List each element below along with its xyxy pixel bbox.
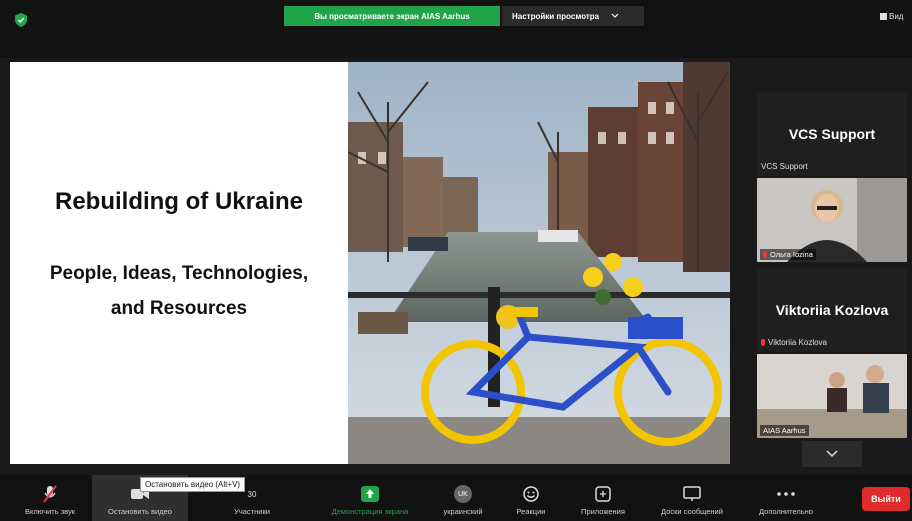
video-name-label: Ольга Iozina xyxy=(760,249,816,260)
video-name-text: AIAS Aarhus xyxy=(763,426,806,435)
chevron-down-icon xyxy=(826,450,838,458)
share-screen-icon xyxy=(361,485,379,503)
globe-icon: UK xyxy=(454,485,472,503)
view-options-label: Настройки просмотра xyxy=(512,11,600,21)
chevron-down-icon xyxy=(611,13,619,18)
leave-meeting-button[interactable]: Выйти xyxy=(862,487,910,511)
view-label: Вид xyxy=(889,12,904,21)
grid-icon xyxy=(880,13,887,20)
slide-title: Rebuilding of Ukraine xyxy=(54,188,303,215)
participants-label: Участники xyxy=(234,507,270,516)
participants-count: 30 xyxy=(247,489,257,499)
whiteboard-icon xyxy=(683,485,701,503)
participant-name: Viktoriia Kozlova xyxy=(775,302,889,318)
language-badge: UK xyxy=(454,485,472,503)
participant-label: VCS Support xyxy=(761,162,808,171)
whiteboards-button[interactable]: Доски сообщений xyxy=(648,475,736,521)
shared-screen: Rebuilding of Ukraine People, Ideas, Tec… xyxy=(10,62,730,464)
video-name-label: AIAS Aarhus xyxy=(760,425,809,436)
share-screen-label: Демонстрация экрана xyxy=(331,507,409,516)
reactions-label: Реакции xyxy=(516,507,546,516)
whiteboards-label: Доски сообщений xyxy=(661,507,723,516)
participant-video[interactable]: Ольга Iozina xyxy=(757,178,907,262)
slide-subtitle-line1: People, Ideas, Technologies, xyxy=(49,263,309,284)
top-bar: Вы просматриваете экран AIAS Aarhus Наст… xyxy=(0,0,912,58)
participant-name: VCS Support xyxy=(788,126,876,142)
share-banner-text: Вы просматриваете экран AIAS Aarhus xyxy=(314,11,470,21)
view-options-button[interactable]: Настройки просмотра xyxy=(502,6,644,26)
slide-subtitle: People, Ideas, Technologies, and Resourc… xyxy=(10,256,348,326)
share-screen-button[interactable]: Демонстрация экрана xyxy=(312,475,428,521)
ellipsis-icon xyxy=(777,485,795,503)
more-label: Дополнительно xyxy=(759,507,813,516)
stop-video-label: Остановить видео xyxy=(108,507,172,516)
more-button[interactable]: Дополнительно xyxy=(744,475,828,521)
apps-button[interactable]: Приложения xyxy=(570,475,636,521)
screen-share-banner: Вы просматриваете экран AIAS Aarhus xyxy=(284,6,500,26)
participant-label-row: Viktoriia Kozlova xyxy=(761,338,827,347)
apps-label: Приложения xyxy=(581,507,625,516)
slide-text-panel: Rebuilding of Ukraine People, Ideas, Tec… xyxy=(10,62,348,464)
participant-label: Viktoriia Kozlova xyxy=(768,338,827,347)
view-button[interactable]: Вид xyxy=(880,12,903,21)
mic-muted-icon xyxy=(41,485,59,503)
scroll-down-button[interactable] xyxy=(802,441,862,467)
unmute-button[interactable]: Включить звук xyxy=(10,475,90,521)
unmute-label: Включить звук xyxy=(24,507,76,516)
stop-video-tooltip: Остановить видео (Alt+V) xyxy=(140,477,246,492)
slide-subtitle-line2: and Resources xyxy=(110,298,248,319)
language-interpretation-button[interactable]: UK украинский xyxy=(430,475,496,521)
language-label: украинский xyxy=(443,507,483,516)
participants-panel: VCS Support VCS Support Ольга Iozina Vik… xyxy=(757,62,907,472)
reactions-button[interactable]: Реакции xyxy=(506,475,556,521)
mic-muted-icon xyxy=(763,251,767,258)
mic-muted-icon xyxy=(761,339,765,346)
participant-video[interactable]: AIAS Aarhus xyxy=(757,354,907,438)
shield-icon[interactable] xyxy=(15,13,27,27)
slide-photo-canal-bicycle xyxy=(348,62,730,464)
emoji-icon xyxy=(522,485,540,503)
video-name-text: Ольга Iozina xyxy=(770,250,813,259)
apps-icon xyxy=(594,485,612,503)
meeting-toolbar: Включить звук Остановить видео 30 Участн… xyxy=(0,475,912,521)
leave-label: Выйти xyxy=(871,494,901,504)
